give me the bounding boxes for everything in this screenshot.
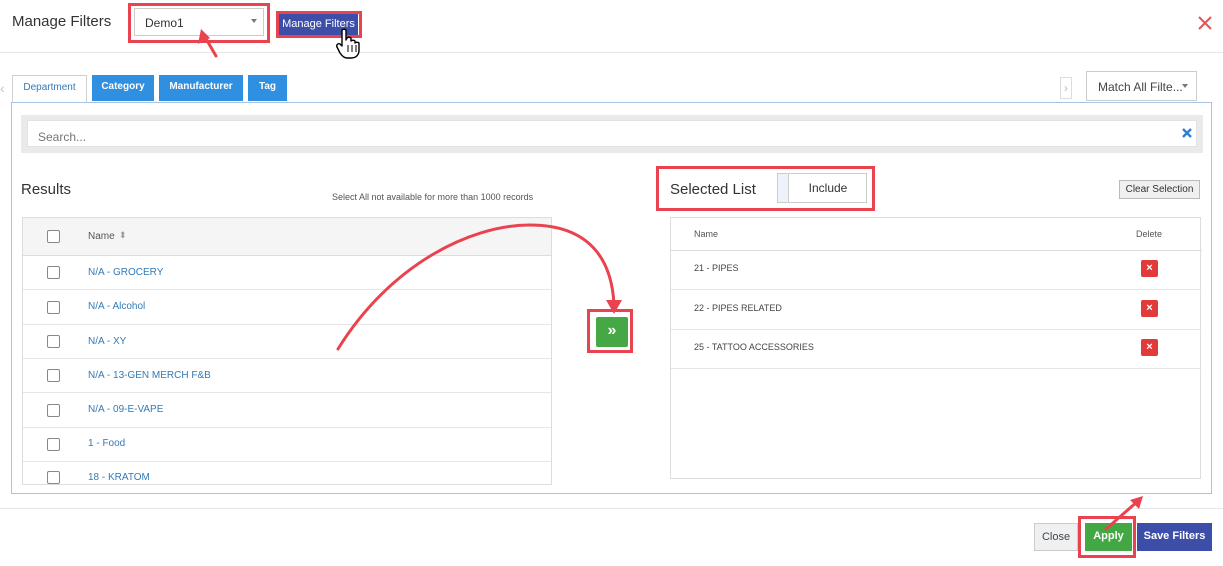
hand-cursor-icon <box>336 28 360 59</box>
annotation-arrows <box>198 29 1143 531</box>
